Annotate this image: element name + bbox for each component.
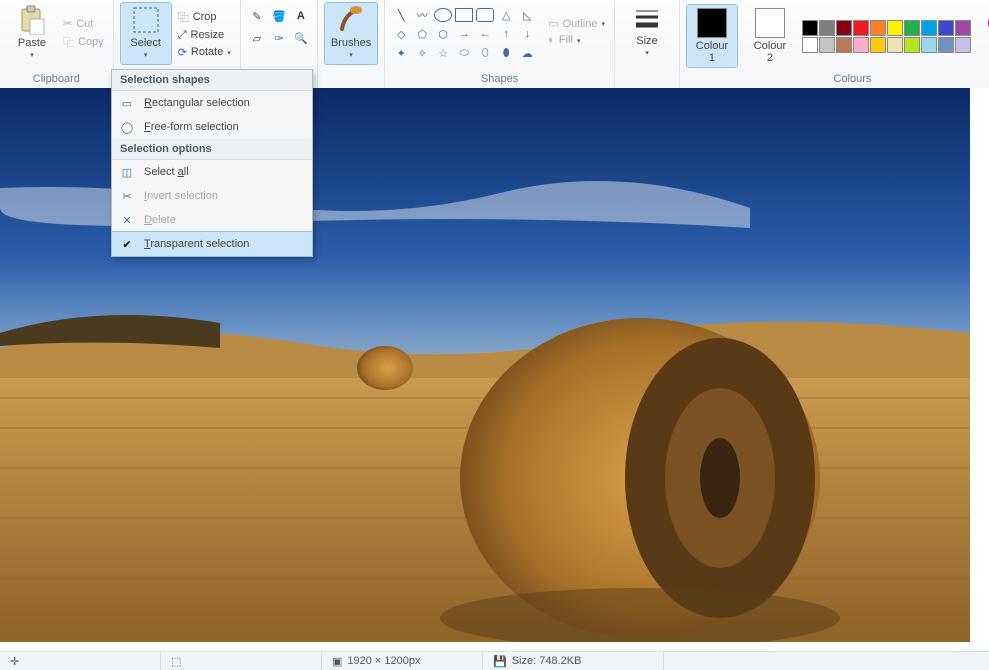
selection-size-icon: ⬚ (171, 655, 181, 668)
fill-icon: ◐ (548, 34, 555, 46)
canvas-size-icon: ▣ (332, 655, 342, 668)
palette-swatch[interactable] (887, 20, 903, 36)
palette-swatch[interactable] (955, 37, 971, 53)
palette-swatch[interactable] (887, 37, 903, 53)
paste-button[interactable]: Paste▾ (6, 2, 58, 65)
fill-button[interactable]: ◐Fill ▾ (545, 32, 608, 48)
group-shapes: ╲〰△◺ ◇⬠⬡→←↑↓ ✦✧☆⬭⬯⬮☁ ▭Outline ▾ ◐Fill ▾ … (385, 0, 615, 88)
group-label-clipboard: Clipboard (33, 71, 80, 88)
invert-icon: ✂ (118, 187, 136, 205)
pencil-tool[interactable]: ✎ (247, 6, 267, 26)
palette-swatch[interactable] (921, 20, 937, 36)
status-bar: ✛ ⬚ ▣ 1920 × 1200px 💾 Size: 748.2KB (0, 651, 989, 670)
select-rect-icon (131, 5, 161, 35)
palette-swatch[interactable] (853, 20, 869, 36)
group-clipboard: Paste▾ ✂Cut ⿻Copy Clipboard (0, 0, 114, 88)
palette-swatch[interactable] (955, 20, 971, 36)
palette-swatch[interactable] (802, 20, 818, 36)
colour2-button[interactable]: Colour 2 (744, 4, 796, 68)
canvas-dimensions: 1920 × 1200px (347, 655, 420, 667)
brushes-button[interactable]: Brushes▾ (324, 2, 378, 65)
dd-freeform-selection[interactable]: ◯Free-form selection (112, 115, 312, 139)
magnify-tool[interactable]: 🔍 (291, 28, 311, 48)
dd-header-options: Selection options (112, 139, 312, 160)
palette-swatch[interactable] (938, 20, 954, 36)
delete-icon: ✕ (118, 211, 136, 229)
palette-swatch[interactable] (904, 20, 920, 36)
dd-header-shapes: Selection shapes (112, 70, 312, 91)
bucket-tool[interactable]: 🪣 (269, 6, 289, 26)
rotate-button[interactable]: ⟳Rotate ▾ (175, 44, 234, 61)
paste-label: Paste (18, 37, 46, 49)
dd-rectangular-selection[interactable]: ▭Rectangular selection (112, 91, 312, 115)
brush-icon (336, 5, 366, 35)
dd-select-all[interactable]: ◫Select all (112, 160, 312, 184)
rotate-icon: ⟳ (178, 46, 187, 59)
outline-button[interactable]: ▭Outline ▾ (545, 15, 608, 32)
shapes-gallery[interactable]: ╲〰△◺ ◇⬠⬡→←↑↓ ✦✧☆⬭⬯⬮☁ (391, 5, 537, 61)
colour-palette[interactable] (802, 20, 971, 53)
size-button[interactable]: Size▾ (621, 2, 673, 63)
crop-icon: ⿻ (178, 9, 189, 25)
rect-selection-icon: ▭ (118, 94, 136, 112)
cut-button[interactable]: ✂Cut (60, 15, 107, 32)
colour1-swatch (697, 8, 727, 38)
group-label-shapes: Shapes (481, 71, 518, 88)
palette-swatch[interactable] (853, 37, 869, 53)
palette-swatch[interactable] (836, 20, 852, 36)
palette-swatch[interactable] (904, 37, 920, 53)
palette-swatch[interactable] (802, 37, 818, 53)
filesize-icon: 💾 (493, 655, 507, 668)
resize-button[interactable]: ⤢Resize (175, 27, 234, 44)
palette-swatch[interactable] (819, 37, 835, 53)
cursor-pos-icon: ✛ (10, 655, 19, 668)
scissors-icon: ✂ (63, 17, 72, 30)
text-tool[interactable]: A (291, 6, 311, 26)
crop-button[interactable]: ⿻Crop (175, 7, 234, 27)
resize-icon: ⤢ (178, 29, 187, 42)
check-icon: ✔ (118, 235, 136, 253)
file-size: Size: 748.2KB (512, 655, 582, 667)
eraser-tool[interactable]: ▱ (247, 28, 267, 48)
dd-transparent-selection[interactable]: ✔Transparent selection (111, 231, 313, 257)
colour2-swatch (755, 8, 785, 38)
palette-swatch[interactable] (870, 37, 886, 53)
dd-invert-selection: ✂Invert selection (112, 184, 312, 208)
size-icon (633, 5, 661, 33)
palette-swatch[interactable] (938, 37, 954, 53)
copy-icon: ⿻ (63, 34, 74, 50)
outline-icon: ▭ (548, 17, 558, 30)
copy-button[interactable]: ⿻Copy (60, 32, 107, 52)
palette-swatch[interactable] (819, 20, 835, 36)
group-size: Size▾ . (615, 0, 680, 88)
edit-colours-button[interactable]: E col (977, 8, 989, 64)
group-brushes: Brushes▾ . (318, 0, 385, 88)
group-label-colours: Colours (834, 71, 872, 88)
palette-swatch[interactable] (921, 37, 937, 53)
group-colours: Colour 1 Colour 2 E col Colours (680, 0, 989, 88)
palette-swatch[interactable] (870, 20, 886, 36)
picker-tool[interactable]: ✑ (269, 28, 289, 48)
select-button[interactable]: Select▾ (120, 2, 172, 65)
dd-delete: ✕Delete (112, 208, 312, 232)
select-all-icon: ◫ (118, 163, 136, 181)
clipboard-icon (18, 5, 46, 35)
freeform-icon: ◯ (118, 118, 136, 136)
colour1-button[interactable]: Colour 1 (686, 4, 738, 68)
select-dropdown: Selection shapes ▭Rectangular selection … (111, 69, 313, 257)
palette-swatch[interactable] (836, 37, 852, 53)
